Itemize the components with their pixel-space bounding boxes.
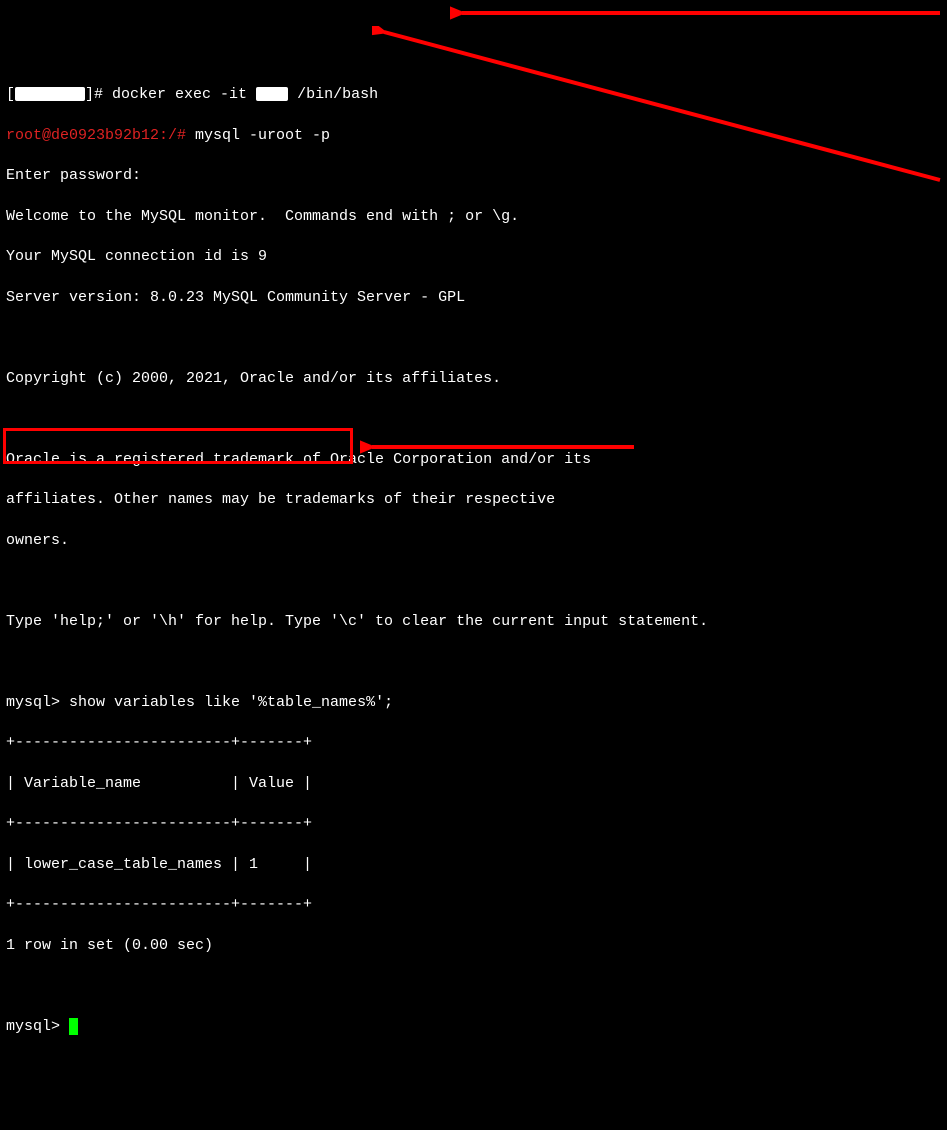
mysql-prompt-2: mysql> bbox=[6, 1018, 69, 1035]
table-border-bottom: +------------------------+-------+ bbox=[6, 895, 941, 915]
connection-id-line: Your MySQL connection id is 9 bbox=[6, 247, 941, 267]
blank-line-4 bbox=[6, 652, 941, 672]
docker-cmd-end: /bin/bash bbox=[288, 86, 378, 103]
help-line: Type 'help;' or '\h' for help. Type '\c'… bbox=[6, 612, 941, 632]
arrow-1-icon bbox=[450, 4, 946, 22]
table-border-top: +------------------------+-------+ bbox=[6, 733, 941, 753]
result-info-line: 1 row in set (0.00 sec) bbox=[6, 936, 941, 956]
mysql-prompt-final[interactable]: mysql> bbox=[6, 1017, 941, 1037]
mysql-query-line: mysql> show variables like '%table_names… bbox=[6, 693, 941, 713]
container-prompt: root@de0923b92b12:/# bbox=[6, 127, 195, 144]
arrow-2-icon bbox=[372, 26, 946, 186]
cursor-icon bbox=[69, 1018, 78, 1035]
oracle-line-3: owners. bbox=[6, 531, 941, 551]
mysql-prompt: mysql> bbox=[6, 694, 69, 711]
blank-line-1 bbox=[6, 328, 941, 348]
mysql-login-cmd: mysql -uroot -p bbox=[195, 127, 330, 144]
welcome-line: Welcome to the MySQL monitor. Commands e… bbox=[6, 207, 941, 227]
redacted-container bbox=[256, 87, 288, 101]
bracket-open: [ bbox=[6, 86, 15, 103]
shell-prompt-line-1: [ ]# docker exec -it /bin/bash bbox=[6, 85, 941, 105]
container-prompt-line: root@de0923b92b12:/# mysql -uroot -p bbox=[6, 126, 941, 146]
blank-line-5 bbox=[6, 976, 941, 996]
table-header-row: | Variable_name | Value | bbox=[6, 774, 941, 794]
sql-query: show variables like '%table_names%'; bbox=[69, 694, 393, 711]
docker-cmd-start: docker exec -it bbox=[112, 86, 256, 103]
oracle-line-1: Oracle is a registered trademark of Orac… bbox=[6, 450, 941, 470]
table-data-row: | lower_case_table_names | 1 | bbox=[6, 855, 941, 875]
copyright-line: Copyright (c) 2000, 2021, Oracle and/or … bbox=[6, 369, 941, 389]
table-border-mid: +------------------------+-------+ bbox=[6, 814, 941, 834]
enter-password-line: Enter password: bbox=[6, 166, 941, 186]
bracket-close: ]# bbox=[85, 86, 112, 103]
blank-line-2 bbox=[6, 409, 941, 429]
oracle-line-2: affiliates. Other names may be trademark… bbox=[6, 490, 941, 510]
server-version-line: Server version: 8.0.23 MySQL Community S… bbox=[6, 288, 941, 308]
redacted-host bbox=[15, 87, 85, 101]
blank-line-3 bbox=[6, 571, 941, 591]
